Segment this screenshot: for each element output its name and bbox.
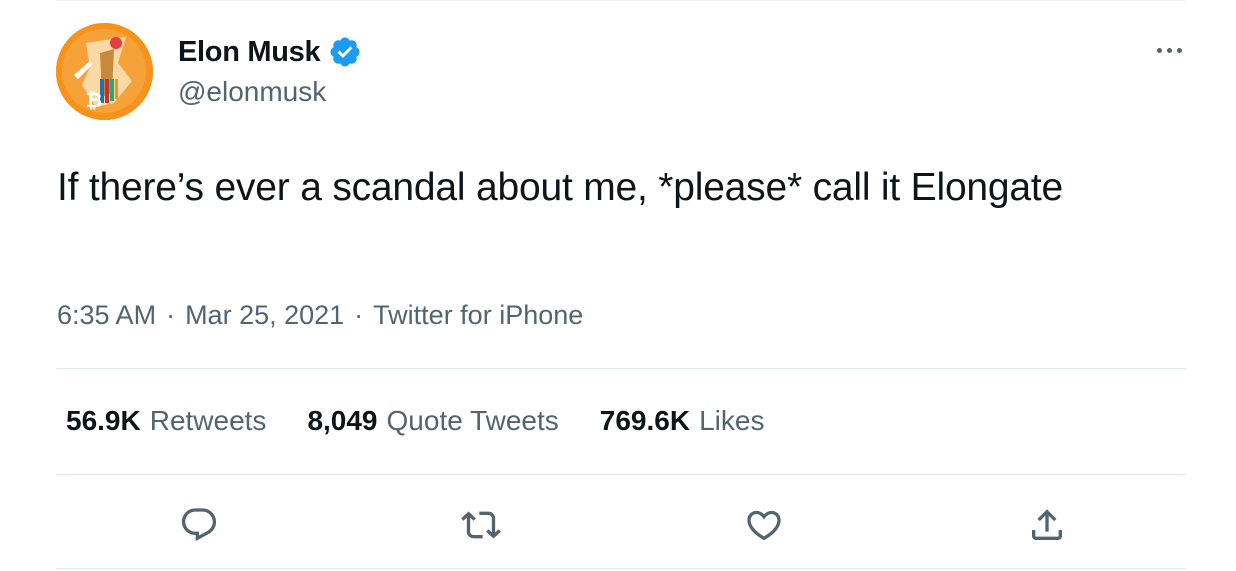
stat-label: Likes bbox=[699, 405, 765, 436]
tweet-meta: 6:35 AM · Mar 25, 2021 · Twitter for iPh… bbox=[57, 300, 583, 331]
meta-separator: · bbox=[166, 300, 176, 330]
divider bbox=[56, 368, 1186, 369]
likes-stat[interactable]: 769.6K Likes bbox=[600, 405, 765, 437]
share-icon bbox=[1032, 509, 1062, 540]
stat-label: Retweets bbox=[149, 405, 267, 436]
divider bbox=[56, 568, 1186, 569]
author-display-name[interactable]: Elon Musk bbox=[178, 36, 321, 69]
avatar-image: ₿ bbox=[56, 23, 153, 120]
reply-icon bbox=[181, 508, 217, 542]
like-heart-icon bbox=[747, 510, 781, 541]
tweet-stats: 56.9K Retweets 8,049 Quote Tweets 769.6K… bbox=[66, 405, 805, 437]
tweet-text: If there’s ever a scandal about me, *ple… bbox=[57, 166, 1064, 209]
reply-button[interactable] bbox=[171, 497, 227, 553]
tweet-source[interactable]: Twitter for iPhone bbox=[373, 300, 583, 331]
stat-value: 56.9K bbox=[66, 405, 141, 436]
stat-value: 8,049 bbox=[307, 405, 378, 436]
quote-tweets-stat[interactable]: 8,049 Quote Tweets bbox=[307, 405, 558, 437]
stat-value: 769.6K bbox=[599, 405, 691, 436]
divider bbox=[56, 474, 1186, 475]
more-options-button[interactable] bbox=[1144, 30, 1194, 70]
tweet-date[interactable]: Mar 25, 2021 bbox=[185, 300, 344, 331]
verified-badge-icon bbox=[328, 35, 362, 69]
share-button[interactable] bbox=[1019, 497, 1075, 553]
stat-label: Quote Tweets bbox=[386, 405, 559, 436]
author-name-row: Elon Musk bbox=[178, 33, 362, 71]
tweet-actions bbox=[56, 497, 1186, 553]
meta-separator: · bbox=[354, 300, 364, 330]
top-divider bbox=[56, 0, 1186, 1]
svg-text:₿: ₿ bbox=[86, 88, 102, 112]
like-button[interactable] bbox=[736, 497, 792, 553]
more-dots-icon bbox=[1156, 47, 1162, 53]
more-dot bbox=[1176, 47, 1182, 53]
retweet-icon bbox=[461, 511, 501, 539]
retweets-stat[interactable]: 56.9K Retweets bbox=[66, 405, 266, 437]
author-handle[interactable]: @elonmusk bbox=[178, 76, 326, 108]
more-dot bbox=[1166, 47, 1172, 53]
avatar[interactable]: ₿ bbox=[56, 23, 153, 120]
retweet-button[interactable] bbox=[453, 497, 509, 553]
tweet-time[interactable]: 6:35 AM bbox=[57, 300, 156, 331]
